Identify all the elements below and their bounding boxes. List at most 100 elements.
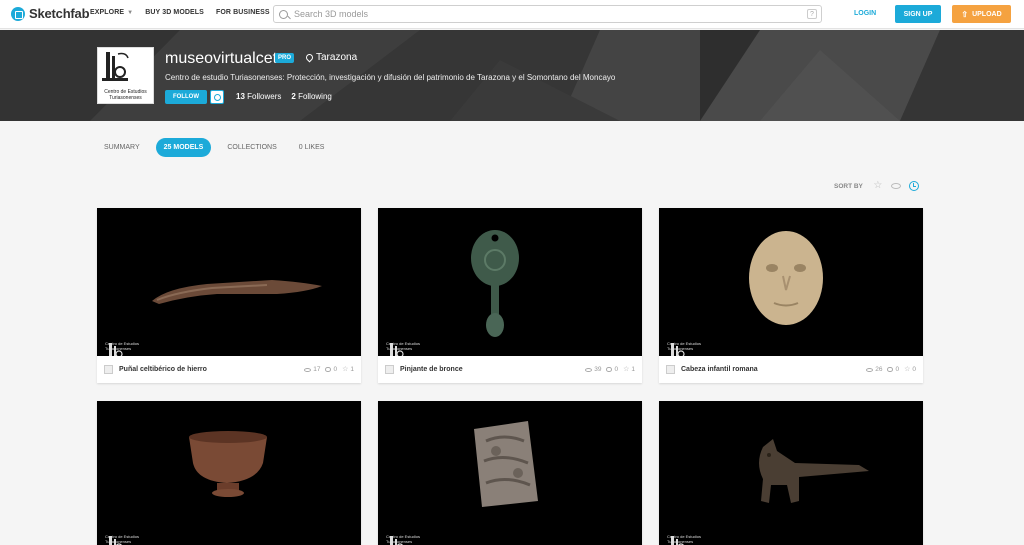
model-stats: 17 0 ☆ 1 — [304, 366, 354, 373]
avatar-caption: Centro de Estudios Turiasonenses — [104, 89, 147, 101]
location-text: Tarazona — [316, 52, 358, 63]
nav-for-business[interactable]: FOR BUSINESS▼ — [216, 9, 279, 16]
model-thumbnail[interactable]: Centro de Estudios Turiasonenses — [378, 208, 642, 356]
gear-icon — [213, 93, 221, 101]
pro-badge: PRO — [275, 53, 295, 63]
view-count: 39 — [594, 366, 602, 373]
following-label: Following — [298, 92, 332, 101]
model-title[interactable]: Cabeza infantil romana — [681, 366, 758, 373]
model-card[interactable]: Centro de Estudios Turiasonenses — [378, 401, 642, 545]
eye-icon — [304, 367, 312, 372]
animal-figurine-image — [759, 439, 869, 503]
comment-count: 0 — [614, 366, 619, 373]
logo[interactable]: Sketchfab — [11, 6, 90, 21]
nav-explore-label: EXPLORE — [90, 9, 125, 16]
follow-button[interactable]: FOLLOW — [165, 90, 207, 104]
comment-count: 0 — [333, 366, 338, 373]
model-card[interactable]: Centro de Estudios Turiasonenses Puñal c… — [97, 208, 361, 383]
pendant-image — [471, 230, 519, 337]
model-card[interactable]: Centro de Estudios Turiasonenses Pinjant… — [378, 208, 642, 383]
author-avatar[interactable] — [385, 365, 394, 374]
eye-icon — [585, 367, 593, 372]
followers-count: 13 — [236, 92, 245, 101]
star-icon[interactable]: ☆ — [342, 366, 348, 373]
comment-icon — [606, 367, 613, 372]
upload-label: UPLOAD — [972, 10, 1002, 18]
sketchfab-logo-icon — [11, 6, 25, 21]
cet-logo-icon — [102, 52, 129, 81]
following-stat[interactable]: 2 Following — [291, 92, 331, 101]
profile-location: Tarazona — [304, 52, 358, 63]
model-thumbnail[interactable]: Centro de Estudios Turiasonenses — [659, 208, 923, 356]
tab-models[interactable]: 25 MODELS — [155, 138, 212, 157]
star-icon[interactable]: ☆ — [623, 366, 629, 373]
profile-bio: Centro de estudio Turiasonenses: Protecc… — [165, 73, 616, 82]
tab-likes[interactable]: 0 LIKES — [293, 138, 331, 157]
model-stats: 39 0 ☆ 1 — [585, 366, 635, 373]
model-thumbnail[interactable]: Centro de Estudios Turiasonenses — [659, 401, 923, 545]
nav-buy-label: BUY 3D MODELS — [145, 9, 204, 16]
view-count: 26 — [875, 366, 883, 373]
comment-icon — [887, 367, 894, 372]
watermark: Centro de Estudios Turiasonenses — [667, 534, 707, 545]
location-pin-icon — [304, 52, 315, 63]
profile-banner: Centro de Estudios Turiasonenses museovi… — [0, 30, 1024, 121]
model-card[interactable]: Centro de Estudios Turiasonenses Cabeza … — [659, 208, 923, 383]
nav-buy-3d-models[interactable]: BUY 3D MODELS — [145, 9, 204, 16]
following-count: 2 — [291, 92, 296, 101]
logo-text: Sketchfab — [29, 6, 90, 21]
view-count: 17 — [313, 366, 321, 373]
watermark: Centro de Estudios Turiasonenses — [386, 534, 426, 545]
search-icon — [279, 9, 288, 19]
watermark: Centro de Estudios Turiasonenses — [667, 341, 707, 356]
like-count: 0 — [912, 366, 916, 373]
watermark: Centro de Estudios Turiasonenses — [386, 341, 426, 356]
top-nav: Sketchfab EXPLORE ▼ BUY 3D MODELS FOR BUS… — [0, 0, 1024, 29]
card-footer: Cabeza infantil romana 26 0 ☆ 0 — [659, 356, 923, 383]
nav-business-label: FOR BUSINESS — [215, 9, 270, 16]
sort-eye-icon[interactable] — [890, 181, 901, 191]
model-card[interactable]: Centro de Estudios Turiasonenses — [659, 401, 923, 545]
tab-summary[interactable]: SUMMARY — [98, 138, 146, 157]
avatar[interactable]: Centro de Estudios Turiasonenses — [97, 47, 154, 104]
upload-button[interactable]: ⇧ UPLOAD — [952, 5, 1011, 23]
model-title[interactable]: Pinjante de bronce — [400, 366, 463, 373]
comment-count: 0 — [895, 366, 900, 373]
model-stats: 26 0 ☆ 0 — [866, 366, 916, 373]
search-box: ? — [273, 5, 822, 23]
search-input[interactable] — [294, 9, 804, 19]
roman-head-image — [749, 231, 823, 325]
login-link[interactable]: LOGIN — [854, 10, 876, 17]
sort-clock-icon[interactable] — [908, 181, 919, 191]
dagger-image — [152, 280, 322, 304]
model-title[interactable]: Puñal celtibérico de hierro — [119, 366, 207, 373]
model-thumbnail[interactable]: Centro de Estudios Turiasonenses — [378, 401, 642, 545]
bronze-vessel-image — [189, 431, 267, 497]
author-avatar[interactable] — [104, 365, 113, 374]
profile-options-button[interactable] — [210, 90, 224, 104]
sort-star-icon[interactable]: ☆ — [873, 181, 883, 191]
watermark: Centro de Estudios Turiasonenses — [105, 534, 145, 545]
author-avatar[interactable] — [666, 365, 675, 374]
model-thumbnail[interactable]: Centro de Estudios Turiasonenses — [97, 401, 361, 545]
followers-stat[interactable]: 13 Followers — [236, 92, 281, 101]
upload-icon: ⇧ — [961, 9, 969, 19]
tab-collections[interactable]: COLLECTIONS — [221, 138, 282, 157]
nav-links: EXPLORE▼ BUY 3D MODELS FOR BUSINESS▼ — [90, 9, 279, 16]
model-thumbnail[interactable]: Centro de Estudios Turiasonenses — [97, 208, 361, 356]
like-count: 1 — [350, 366, 354, 373]
star-icon[interactable]: ☆ — [904, 366, 910, 373]
profile-tabs: SUMMARY 25 MODELS COLLECTIONS 0 LIKES — [98, 138, 330, 157]
watermark: Centro de Estudios Turiasonenses — [105, 341, 145, 356]
sort-label: SORT BY — [834, 182, 863, 190]
profile-stats: 13 Followers 2 Following — [236, 92, 332, 101]
card-footer: Puñal celtibérico de hierro 17 0 ☆ 1 — [97, 356, 361, 383]
model-card[interactable]: Centro de Estudios Turiasonenses — [97, 401, 361, 545]
eye-icon — [866, 367, 874, 372]
comment-icon — [325, 367, 332, 372]
signup-button[interactable]: SIGN UP — [895, 5, 941, 23]
followers-label: Followers — [247, 92, 282, 101]
profile-username: museovirtualcet — [165, 50, 278, 67]
nav-explore[interactable]: EXPLORE ▼ — [90, 9, 133, 16]
help-icon[interactable]: ? — [807, 9, 817, 19]
